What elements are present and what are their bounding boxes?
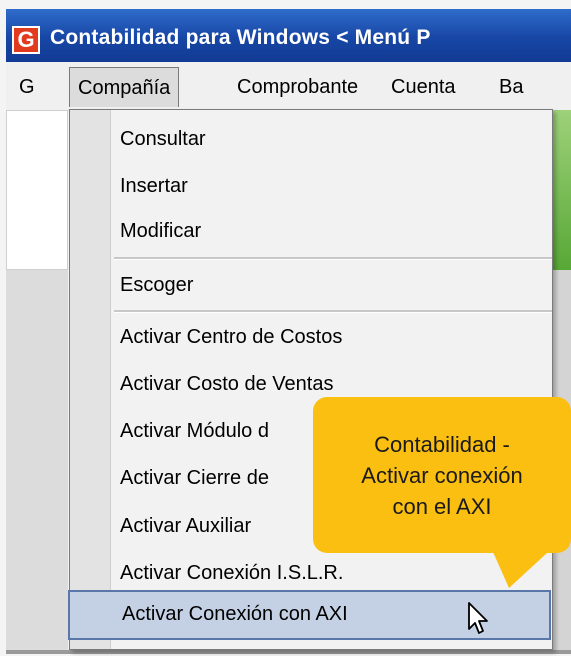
tooltip-line: con el AXI — [392, 494, 492, 519]
menu-option-activar-modulo[interactable]: Activar Módulo d — [120, 420, 269, 443]
menu-option-consultar[interactable]: Consultar — [120, 128, 206, 151]
menu-option-modificar[interactable]: Modificar — [120, 220, 201, 243]
menu-option-activar-cierre[interactable]: Activar Cierre de — [120, 467, 269, 490]
menu-option-escoger[interactable]: Escoger — [120, 274, 193, 297]
menu-item-ba[interactable]: Ba — [499, 76, 523, 99]
menu-item-compania[interactable]: Compañía — [69, 67, 180, 107]
menu-item-cuenta[interactable]: Cuenta — [391, 76, 456, 99]
tooltip-line: Contabilidad - — [374, 432, 510, 457]
window-bottom-edge — [6, 650, 571, 654]
menu-item-comprobante[interactable]: Comprobante — [237, 76, 358, 99]
menu-option-activar-costo-de-ventas[interactable]: Activar Costo de Ventas — [120, 373, 333, 396]
tooltip-line: Activar conexión — [361, 463, 523, 488]
menu-icon-gutter — [70, 110, 111, 649]
menu-item-g[interactable]: G — [19, 76, 35, 99]
mouse-pointer-icon — [468, 602, 488, 634]
callout-tooltip: Contabilidad - Activar conexión con el A… — [313, 397, 571, 553]
menu-bar: G Compañía Comprobante Cuenta Ba — [6, 62, 571, 111]
menu-option-activar-centro-de-costos[interactable]: Activar Centro de Costos — [120, 326, 342, 349]
menu-option-activar-auxiliar[interactable]: Activar Auxiliar — [120, 515, 251, 538]
menu-separator — [114, 310, 552, 313]
background-green-panel — [551, 110, 571, 270]
app-window: G Contabilidad para Windows < Menú P G C… — [0, 0, 571, 656]
title-bar: G Contabilidad para Windows < Menú P — [6, 9, 571, 62]
menu-option-insertar[interactable]: Insertar — [120, 175, 188, 198]
compania-dropdown-menu: Consultar Insertar Modificar Escoger Act… — [68, 109, 553, 650]
menu-option-activar-conexion-islr[interactable]: Activar Conexión I.S.L.R. — [120, 562, 343, 585]
background-panel-lower — [6, 270, 68, 650]
app-icon[interactable]: G — [12, 26, 40, 54]
menu-separator — [114, 257, 552, 260]
window-title: Contabilidad para Windows < Menú P — [50, 26, 431, 49]
background-panel — [6, 110, 68, 270]
